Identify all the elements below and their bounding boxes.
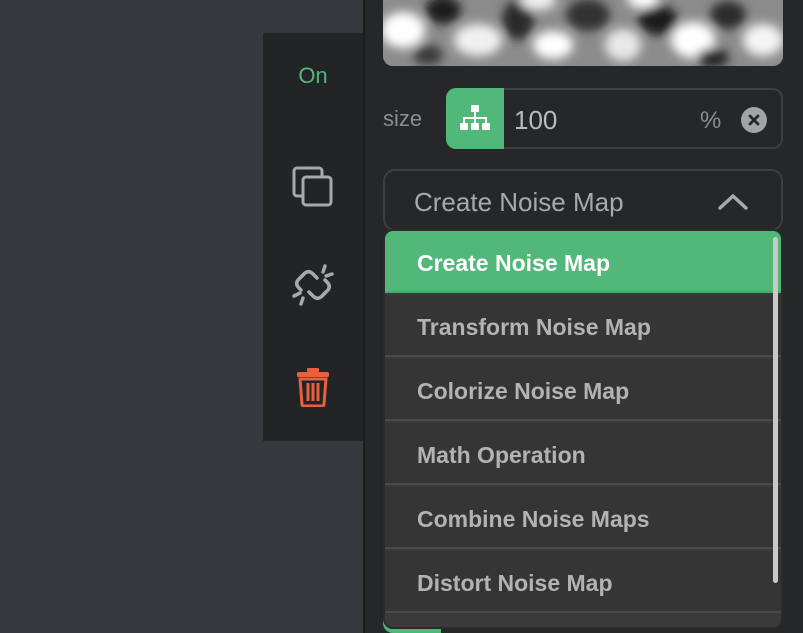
dropdown-item-math-operation[interactable]: Math Operation <box>385 423 781 485</box>
noise-preview-image <box>383 0 783 66</box>
unlink-button[interactable] <box>263 255 363 315</box>
on-toggle[interactable]: On <box>263 56 363 96</box>
size-value-input[interactable]: 100 <box>514 105 557 136</box>
size-field[interactable]: 100 % <box>446 88 783 149</box>
node-type-select[interactable]: Create Noise Map <box>383 169 783 231</box>
on-label: On <box>298 63 328 88</box>
node-toolbar: On <box>263 33 363 441</box>
duplicate-button[interactable] <box>263 157 363 217</box>
delete-button[interactable] <box>263 357 363 417</box>
dropdown-item-create-noise-map[interactable]: Create Noise Map <box>385 231 781 293</box>
size-mode-button[interactable] <box>446 88 504 149</box>
clear-icon <box>748 114 760 126</box>
dropdown-item-transform-noise-map[interactable]: Transform Noise Map <box>385 295 781 357</box>
duplicate-icon <box>292 166 333 207</box>
node-type-selected: Create Noise Map <box>414 187 624 217</box>
hierarchy-icon <box>460 104 490 130</box>
dropdown-item-colorize-noise-map[interactable]: Colorize Noise Map <box>385 359 781 421</box>
chevron-up-icon <box>718 194 748 210</box>
node-type-dropdown: Create Noise Map Transform Noise Map Col… <box>383 229 783 629</box>
unlink-icon <box>292 264 334 306</box>
dropdown-scrollbar[interactable] <box>773 237 778 583</box>
size-unit: % <box>700 107 722 134</box>
dropdown-item-distort-noise-map[interactable]: Distort Noise Map <box>385 551 781 613</box>
dropdown-item-combine-noise-maps[interactable]: Combine Noise Maps <box>385 487 781 549</box>
clear-button[interactable] <box>741 107 767 133</box>
trash-icon <box>297 368 329 407</box>
size-label: size <box>383 106 423 131</box>
